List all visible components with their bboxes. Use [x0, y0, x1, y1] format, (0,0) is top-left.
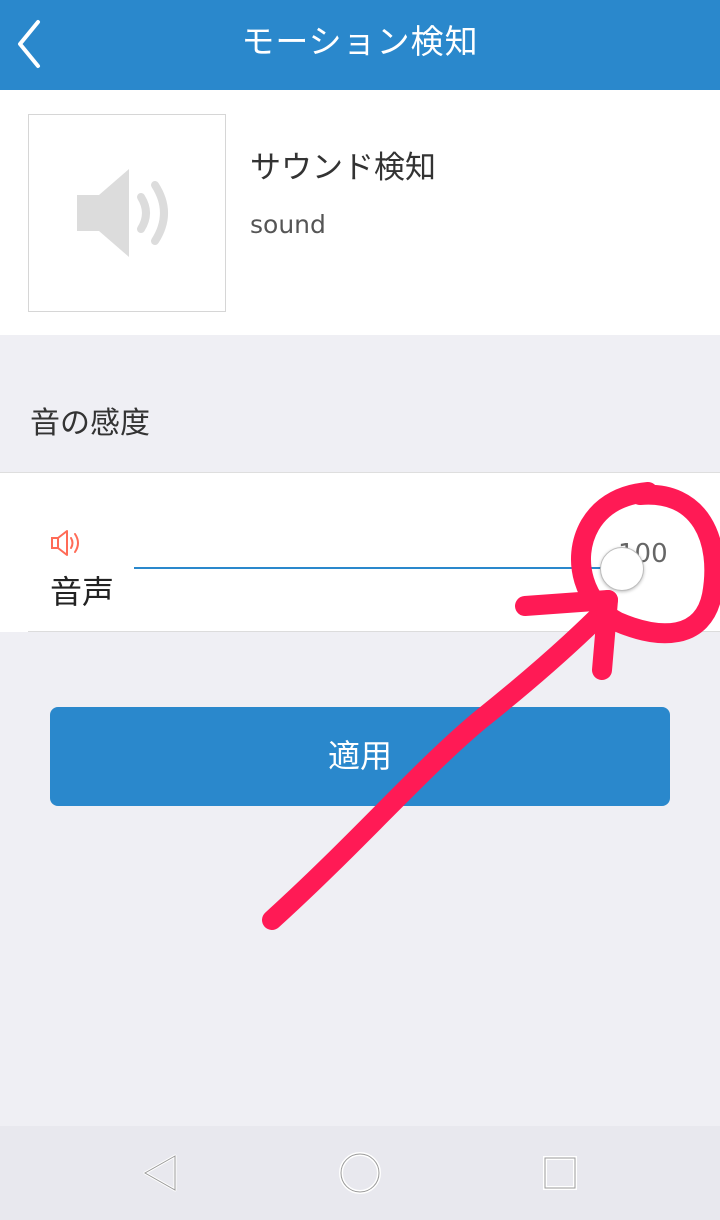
voice-label: 音声: [50, 573, 115, 611]
speaker-icon: [51, 530, 79, 556]
top-app-bar: モーション検知: [0, 0, 720, 90]
device-subtitle: sound: [250, 210, 326, 239]
device-thumbnail: [28, 114, 226, 312]
sensitivity-slider-thumb[interactable]: [600, 547, 644, 591]
apply-button[interactable]: 適用: [50, 707, 670, 806]
triangle-back-icon[interactable]: [135, 1148, 185, 1198]
page-title: モーション検知: [241, 22, 479, 61]
square-recents-icon[interactable]: [535, 1148, 585, 1198]
device-info-card: サウンド検知 sound: [0, 90, 720, 335]
divider: [28, 631, 720, 632]
sensitivity-slider-row: 音声 100: [0, 472, 720, 632]
speaker-icon: [77, 169, 168, 257]
device-name: サウンド検知: [250, 150, 436, 186]
sensitivity-section-title: 音の感度: [30, 406, 150, 441]
system-navigation-bar: [0, 1126, 720, 1220]
sensitivity-slider-track[interactable]: [134, 567, 622, 569]
circle-home-icon[interactable]: [335, 1148, 385, 1198]
